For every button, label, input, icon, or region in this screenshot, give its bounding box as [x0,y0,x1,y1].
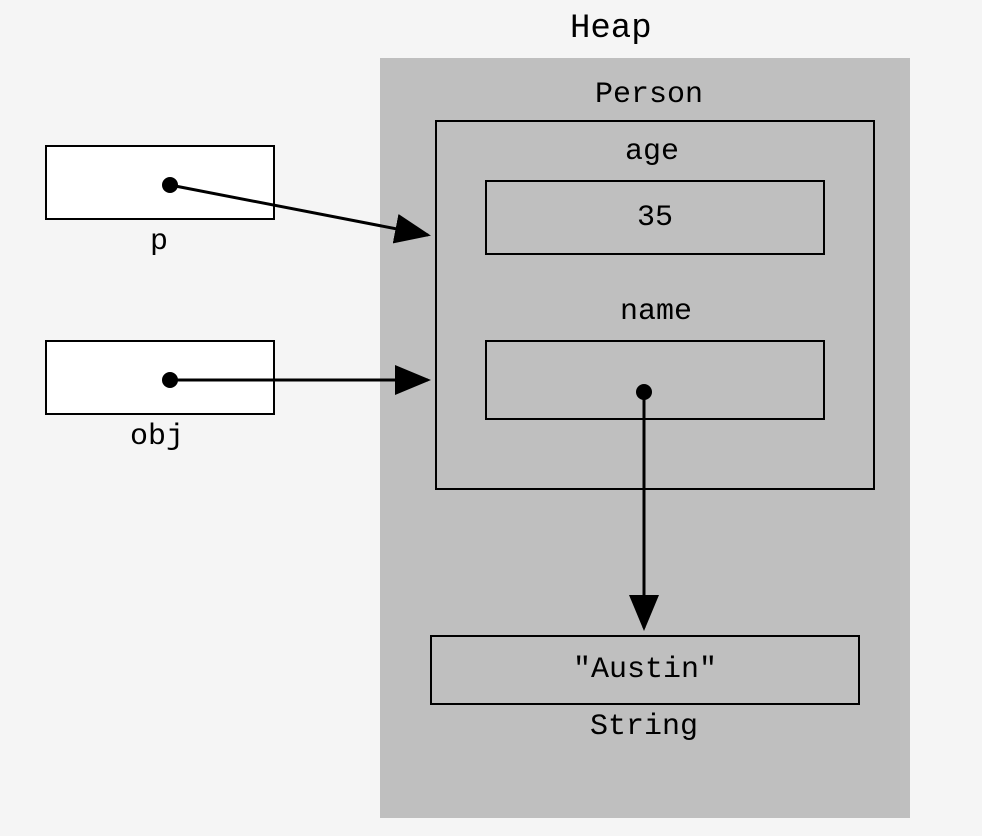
string-object-box: "Austin" [430,635,860,705]
age-value-box: 35 [485,180,825,255]
reference-p-box [45,145,275,220]
name-field-label: name [620,295,692,329]
age-value: 35 [637,201,673,235]
heap-title: Heap [570,10,652,48]
string-class-label: String [590,710,698,744]
memory-diagram: Heap Person age 35 name "Austin" String … [0,0,982,836]
reference-p-label: p [150,225,168,259]
reference-obj-label: obj [130,420,184,454]
age-field-label: age [625,135,679,169]
string-value: "Austin" [573,653,717,687]
name-value-box [485,340,825,420]
person-class-label: Person [595,78,703,112]
reference-obj-box [45,340,275,415]
